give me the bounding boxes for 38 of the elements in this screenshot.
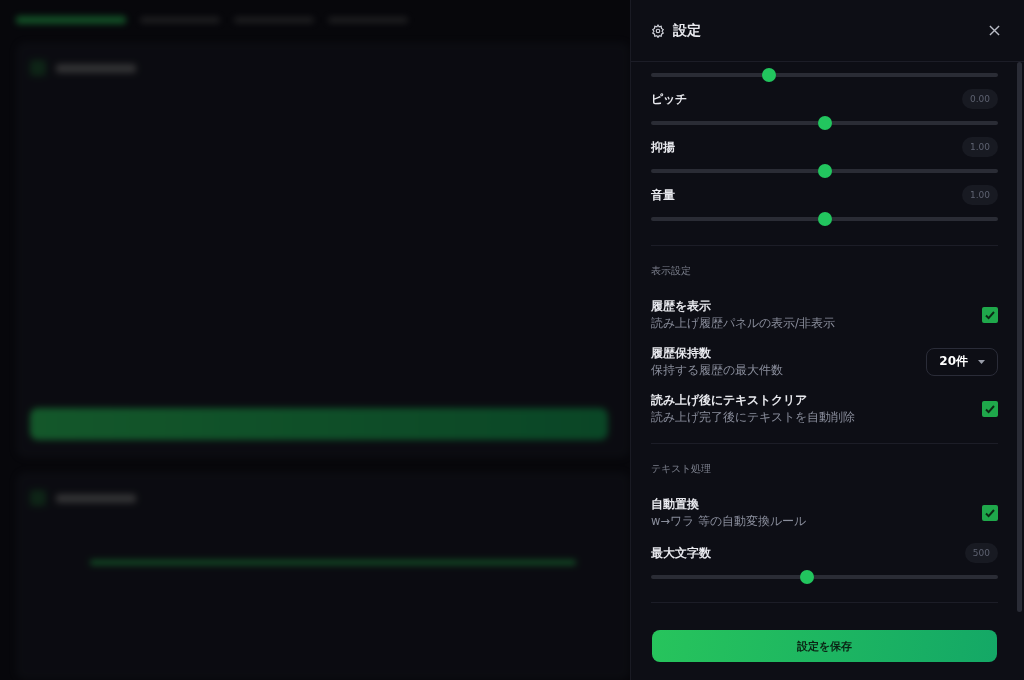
slider-thumb[interactable] xyxy=(800,570,815,584)
slider-track[interactable] xyxy=(651,164,998,178)
slider-label: ピッチ xyxy=(651,90,687,108)
save-settings-button[interactable]: 設定を保存 xyxy=(652,630,997,662)
setting-label: 履歴を表示 xyxy=(651,298,712,315)
caret-icon xyxy=(978,359,985,364)
setting-description: 読み上げ完了後にテキストを自動削除 xyxy=(651,410,855,425)
checkbox[interactable] xyxy=(982,504,998,521)
setting-label: 自動置換 xyxy=(651,496,700,513)
slider-thumb[interactable] xyxy=(817,212,832,226)
slider-label: 音量 xyxy=(651,186,675,204)
slider-track[interactable] xyxy=(651,212,998,226)
slider-track[interactable] xyxy=(651,68,998,82)
section-heading: 表示設定 xyxy=(651,264,692,278)
value-readout: 500 xyxy=(964,543,998,563)
history-count-dropdown[interactable]: 20件 xyxy=(926,347,998,376)
slider-label: 抑揚 xyxy=(651,138,675,156)
section-heading: テキスト処理 xyxy=(651,462,712,476)
setting-description: 保持する履歴の最大件数 xyxy=(651,363,783,378)
setting-description: w→ワラ 等の自動変換ルール xyxy=(651,514,806,529)
close-icon xyxy=(988,25,1000,36)
settings-icon xyxy=(651,23,665,38)
slider-track[interactable] xyxy=(651,116,998,130)
slider-track[interactable] xyxy=(651,570,998,584)
checkbox[interactable] xyxy=(982,400,998,417)
scrollbar[interactable] xyxy=(1017,62,1022,612)
value-readout: 0.00 xyxy=(961,89,998,109)
slider-label: 最大文字数 xyxy=(651,544,711,562)
setting-description: 読み上げ履歴パネルの表示/非表示 xyxy=(651,316,835,331)
slider-thumb[interactable] xyxy=(761,68,776,82)
panel-title: 設定 xyxy=(673,21,702,40)
slider-thumb[interactable] xyxy=(817,116,832,130)
slider-thumb[interactable] xyxy=(817,164,832,178)
checkbox[interactable] xyxy=(982,306,998,323)
setting-label: 履歴保持数 xyxy=(651,345,712,362)
setting-label: 読み上げ後にテキストクリア xyxy=(651,392,808,409)
value-readout: 1.00 xyxy=(961,185,998,205)
value-readout: 1.00 xyxy=(961,137,998,157)
